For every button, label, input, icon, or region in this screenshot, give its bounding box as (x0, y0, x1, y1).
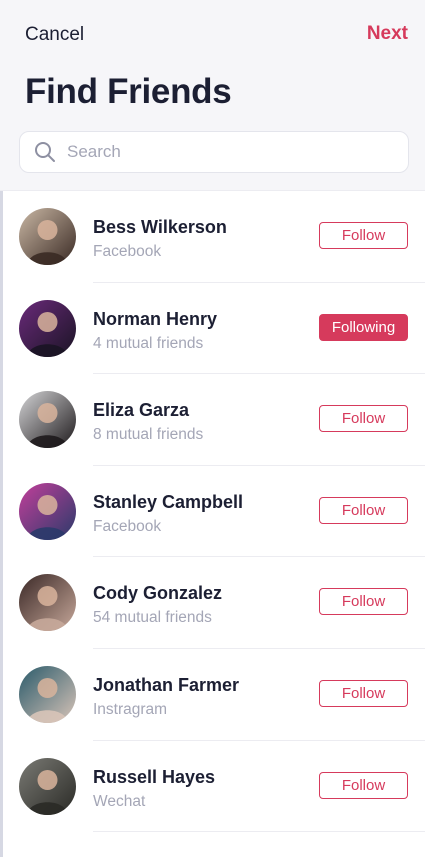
search-icon (34, 141, 56, 163)
next-button[interactable]: Next (367, 23, 408, 45)
header: Cancel Next Find Friends (0, 0, 425, 191)
follow-button[interactable]: Follow (319, 496, 408, 524)
friend-name: Norman Henry (93, 308, 218, 329)
friend-name: Eliza Garza (93, 400, 190, 421)
list-item: Stanley Campbell Facebook Follow (0, 466, 425, 558)
list-item: Eliza Garza 8 mutual friends Follow (0, 374, 425, 466)
follow-button[interactable]: Follow (319, 679, 408, 707)
cancel-button[interactable]: Cancel (25, 24, 84, 46)
follow-button[interactable]: Follow (319, 222, 408, 249)
search-bar[interactable] (19, 131, 409, 173)
avatar (19, 482, 76, 540)
list-item: Bess Wilkerson Facebook Follow (0, 191, 425, 283)
search-input[interactable] (65, 141, 369, 163)
friend-name: Bess Wilkerson (93, 217, 227, 237)
avatar (19, 208, 76, 265)
friend-subtitle: Facebook (93, 243, 162, 260)
avatar (19, 299, 76, 357)
follow-button[interactable]: Follow (319, 588, 408, 616)
friend-subtitle: Wechat (93, 792, 146, 810)
list-item: Cody Gonzalez 54 mutual friends Follow (0, 557, 425, 649)
friend-name: Stanley Campbell (93, 491, 244, 512)
follow-button[interactable]: Follow (319, 771, 408, 799)
page-title: Find Friends (25, 72, 232, 111)
friend-subtitle: Instragram (93, 700, 168, 718)
list-item: Jonathan Farmer Instragram Follow (0, 649, 425, 741)
friend-subtitle: 54 mutual friends (93, 609, 212, 627)
friend-name: Jonathan Farmer (93, 674, 240, 695)
friend-subtitle: 4 mutual friends (93, 334, 204, 352)
avatar (19, 757, 76, 815)
list-item: Russell Hayes Wechat Follow (0, 741, 425, 833)
friend-list: Bess Wilkerson Facebook Follow Norman He… (0, 191, 425, 833)
friend-name: Cody Gonzalez (93, 583, 223, 604)
friend-subtitle: Facebook (93, 517, 162, 535)
divider (93, 831, 425, 833)
following-button[interactable]: Following (319, 313, 408, 341)
avatar (19, 391, 76, 449)
follow-button[interactable]: Follow (319, 405, 408, 433)
friend-name: Russell Hayes (93, 766, 216, 787)
list-item: Norman Henry 4 mutual friends Following (0, 283, 425, 375)
avatar (19, 665, 76, 723)
friend-subtitle: 8 mutual friends (93, 426, 204, 444)
avatar (19, 574, 76, 632)
